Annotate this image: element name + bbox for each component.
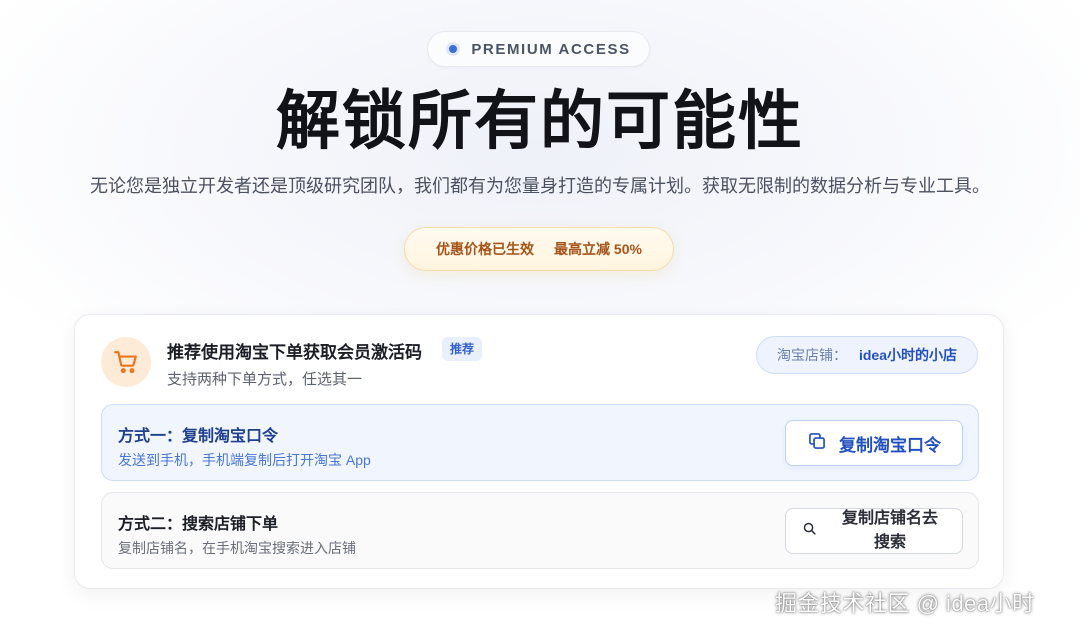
page-subtitle: 无论您是独立开发者还是顶级研究团队，我们都有为您量身打造的专属计划。获取无限制的…	[90, 176, 990, 196]
method-description: 复制店铺名，在手机淘宝搜索进入店铺	[118, 540, 356, 556]
premium-access-label: PREMIUM ACCESS	[471, 40, 631, 58]
store-name: idea小时的小店	[858, 347, 957, 363]
status-dot-icon	[446, 42, 461, 56]
copy-taobao-token-button[interactable]: 复制淘宝口令	[785, 420, 963, 466]
method-title: 方式一：复制淘宝口令	[118, 428, 279, 445]
copy-icon	[807, 431, 827, 456]
promo-badge: 优惠价格已生效 最高立减 50%	[404, 227, 674, 271]
store-label: 淘宝店铺：	[776, 347, 847, 363]
method-description: 发送到手机，手机端复制后打开淘宝 App	[118, 452, 371, 468]
copy-store-name-label: 复制店铺名去搜索	[841, 510, 938, 551]
store-chip[interactable]: 淘宝店铺： idea小时的小店	[756, 336, 978, 374]
copy-taobao-token-label: 复制淘宝口令	[839, 435, 941, 455]
copy-store-name-button[interactable]: 复制店铺名去搜索	[785, 508, 963, 554]
cart-icon	[101, 337, 151, 387]
promo-discount: 最高立减 50%	[554, 241, 642, 257]
method-search-store: 方式二：搜索店铺下单 复制店铺名，在手机淘宝搜索进入店铺 复制店铺名去搜索	[101, 492, 979, 569]
watermark: 掘金技术社区 @ idea小时	[775, 591, 1035, 616]
recommend-badge: 推荐	[442, 337, 483, 361]
card-title: 推荐使用淘宝下单获取会员激活码	[167, 343, 422, 362]
purchase-card: 推荐使用淘宝下单获取会员激活码 推荐 支持两种下单方式，任选其一 淘宝店铺： i…	[74, 314, 1004, 589]
promo-status: 优惠价格已生效	[436, 241, 535, 257]
method-taobao-token: 方式一：复制淘宝口令 发送到手机，手机端复制后打开淘宝 App 复制淘宝口令	[101, 404, 979, 481]
method-title: 方式二：搜索店铺下单	[118, 516, 279, 533]
premium-access-pill: PREMIUM ACCESS	[427, 31, 650, 67]
search-icon	[802, 521, 817, 541]
page-title: 解锁所有的可能性	[276, 85, 804, 159]
card-subtitle: 支持两种下单方式，任选其一	[167, 371, 363, 388]
